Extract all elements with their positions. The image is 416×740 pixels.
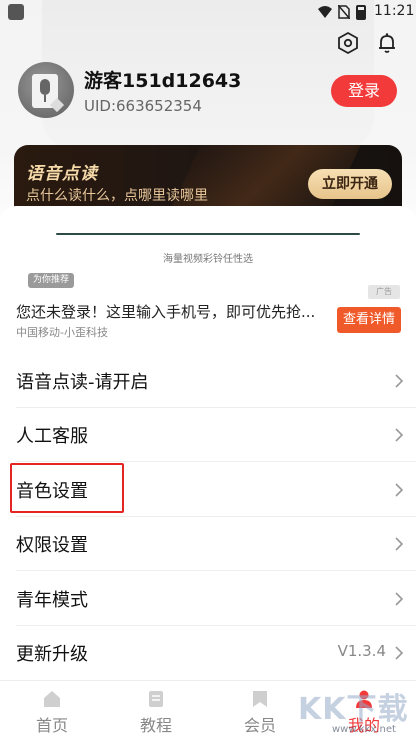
ad-tag: 广告 [368, 285, 400, 299]
menu-item-label: 青年模式 [16, 590, 88, 611]
chevron-right-icon [395, 374, 403, 388]
profile-icon [356, 690, 372, 708]
home-icon [44, 691, 60, 707]
chevron-right-icon [395, 483, 403, 497]
chevron-right-icon [395, 537, 403, 551]
chevron-right-icon [395, 646, 403, 660]
vip-banner-subtitle: 点什么读什么，点哪里读哪里 [26, 188, 208, 204]
menu-item-voice-reading[interactable]: 语音点读-请开启 [0, 354, 416, 408]
member-icon [253, 691, 267, 707]
settings-icon[interactable] [336, 31, 360, 55]
notification-app-icon [8, 4, 24, 20]
version-number: V1.3.4 [337, 642, 386, 660]
nav-item-member[interactable]: 会员 [208, 681, 312, 740]
status-bar: 11:21 [0, 0, 416, 24]
nav-item-home[interactable]: 首页 [0, 681, 104, 740]
nav-label: 首页 [35, 716, 68, 735]
menu-item-youth-mode[interactable]: 青年模式 [0, 572, 416, 626]
nav-item-tutorial[interactable]: 教程 [104, 681, 208, 740]
menu-item-permissions[interactable]: 权限设置 [0, 517, 416, 571]
username: 游客151d12643 [84, 70, 242, 92]
menu-item-customer-service[interactable]: 人工客服 [0, 408, 416, 462]
bell-icon[interactable] [375, 31, 399, 55]
view-details-button[interactable]: 查看详情 [337, 307, 401, 333]
battery-icon [356, 5, 366, 20]
user-id: UID:663652354 [84, 97, 202, 115]
menu-item-label: 音色设置 [16, 481, 88, 502]
menu-item-label: 更新升级 [16, 644, 88, 665]
chevron-right-icon [395, 428, 403, 442]
banner-underline [56, 233, 360, 235]
vip-banner-title: 语音点读 [26, 164, 98, 184]
tutorial-icon [149, 691, 163, 707]
nav-item-mine[interactable]: 我的 [312, 681, 416, 740]
avatar[interactable] [18, 62, 74, 118]
bottom-nav: 首页 教程 会员 我的 [0, 680, 416, 740]
chevron-right-icon [395, 592, 403, 606]
activate-now-button[interactable]: 立即开通 [308, 169, 392, 199]
login-button[interactable]: 登录 [331, 75, 397, 107]
menu-item-label: 权限设置 [16, 535, 88, 556]
nav-label: 会员 [243, 716, 276, 735]
status-time: 11:21 [374, 3, 415, 19]
ad-caption: 海量视频彩铃任性选 [163, 254, 253, 265]
microphone-icon [40, 79, 50, 95]
menu-item-voice-settings[interactable]: 音色设置 [0, 463, 416, 517]
no-sim-icon [338, 5, 350, 19]
menu-item-update[interactable]: 更新升级 V1.3.4 [0, 626, 416, 680]
wifi-icon [318, 6, 332, 18]
nav-label: 教程 [139, 716, 172, 735]
ad-source: 中国移动-小歪科技 [16, 326, 108, 339]
menu-item-label: 语音点读-请开启 [16, 372, 149, 393]
ad-title[interactable]: 您还未登录！这里输入手机号，即可优先抢... [16, 301, 316, 322]
nav-label: 我的 [347, 716, 380, 735]
menu-item-label: 人工客服 [16, 426, 88, 447]
recommend-badge: 为你推荐 [28, 273, 75, 288]
